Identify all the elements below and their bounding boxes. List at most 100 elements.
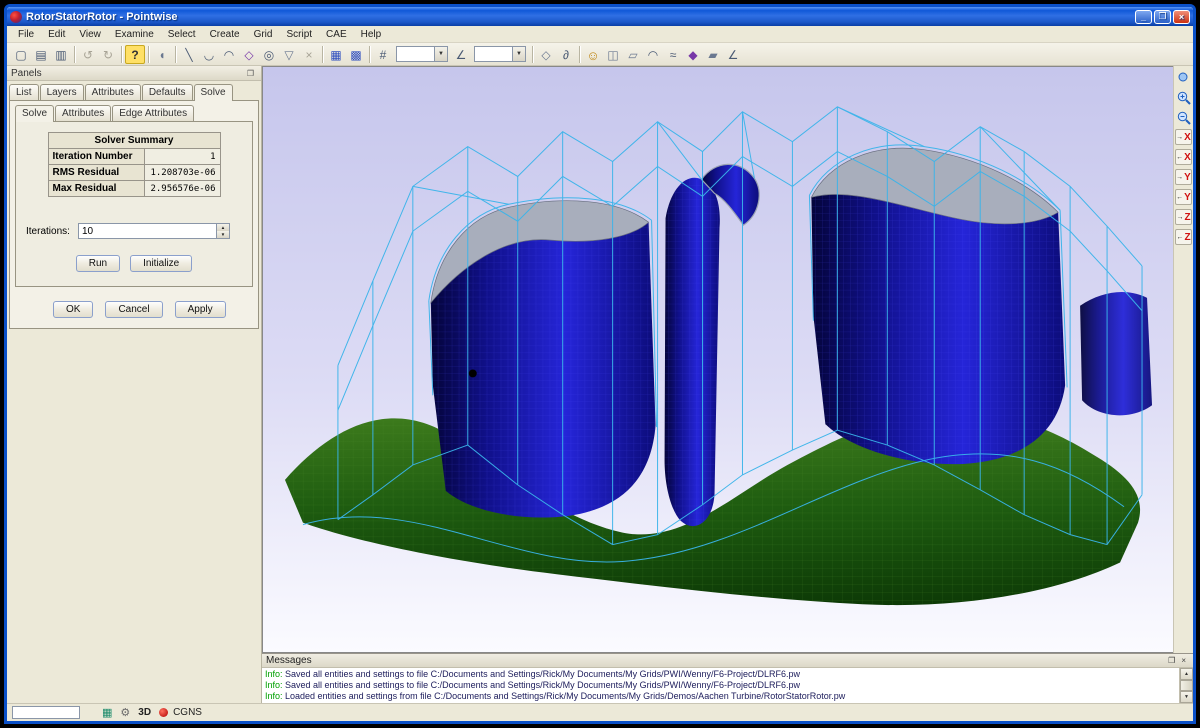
- max-residual-value: 2.956576e-06: [144, 181, 220, 197]
- domain-tool-icon[interactable]: ◆: [683, 45, 703, 64]
- undo-icon[interactable]: ↺: [78, 45, 98, 64]
- panels-titlebar[interactable]: Panels ❐: [7, 66, 261, 81]
- view-minus-x-button[interactable]: ←X: [1175, 149, 1192, 165]
- zoom-out-icon[interactable]: [1175, 109, 1192, 126]
- messages-float-icon[interactable]: ❐: [1165, 656, 1178, 665]
- tab-layers[interactable]: Layers: [40, 84, 84, 100]
- dimension-icon[interactable]: #: [373, 45, 393, 64]
- scrollbar-thumb[interactable]: [1180, 680, 1193, 691]
- ok-button[interactable]: OK: [53, 301, 93, 318]
- selected-point-graphic[interactable]: [469, 369, 477, 377]
- tab-attributes[interactable]: Attributes: [85, 84, 141, 100]
- menu-file[interactable]: File: [11, 27, 41, 42]
- angle-combo[interactable]: ▼: [474, 46, 526, 62]
- save-file-icon[interactable]: ▤: [31, 45, 51, 64]
- circle-tool-icon[interactable]: ◎: [259, 45, 279, 64]
- measure-tool-icon[interactable]: ∠: [723, 45, 743, 64]
- table-row: RMS Residual 1.208703e-06: [48, 165, 220, 181]
- messages-scrollbar[interactable]: ▲ ▼: [1179, 668, 1193, 703]
- diamond-flat-icon[interactable]: ◇: [536, 45, 556, 64]
- diamond-tool-icon[interactable]: ◇: [239, 45, 259, 64]
- solver-summary-table: Solver Summary Iteration Number 1 RMS Re…: [48, 132, 221, 197]
- cancel-button[interactable]: Cancel: [105, 301, 162, 318]
- spin-up-icon[interactable]: ▲: [217, 224, 229, 231]
- box-tool-icon[interactable]: ◫: [603, 45, 623, 64]
- log-prefix: Info:: [265, 680, 283, 690]
- panel-float-icon[interactable]: ❐: [244, 68, 257, 79]
- menu-grid[interactable]: Grid: [247, 27, 280, 42]
- menu-select[interactable]: Select: [161, 27, 203, 42]
- log-prefix: Info:: [265, 669, 283, 679]
- messages-close-icon[interactable]: ×: [1178, 656, 1189, 665]
- menu-help[interactable]: Help: [354, 27, 389, 42]
- mask-icon[interactable]: ◖: [152, 45, 172, 64]
- close-button[interactable]: ×: [1173, 10, 1190, 24]
- apply-button[interactable]: Apply: [175, 301, 226, 318]
- panels-title: Panels: [11, 68, 244, 79]
- menu-script[interactable]: Script: [279, 27, 319, 42]
- line-tool-icon[interactable]: ╲: [179, 45, 199, 64]
- tab-solve[interactable]: Solve: [194, 84, 233, 101]
- surface-tool-icon[interactable]: ▱: [623, 45, 643, 64]
- examine-face-icon[interactable]: ☺: [583, 45, 603, 64]
- tab-list[interactable]: List: [9, 84, 39, 100]
- structured-grid-icon[interactable]: ▦: [326, 45, 346, 64]
- scroll-up-icon[interactable]: ▲: [1180, 668, 1193, 680]
- view-plus-z-button[interactable]: →Z: [1175, 209, 1192, 225]
- curve-tool-icon[interactable]: ◡: [199, 45, 219, 64]
- menu-edit[interactable]: Edit: [41, 27, 72, 42]
- status-command-input[interactable]: [12, 706, 80, 719]
- arc-tool-icon[interactable]: ◠: [219, 45, 239, 64]
- zoom-in-icon[interactable]: [1175, 89, 1192, 106]
- partial-derivative-icon[interactable]: ∂: [556, 45, 576, 64]
- new-file-icon[interactable]: ▢: [11, 45, 31, 64]
- run-button[interactable]: Run: [76, 255, 120, 272]
- iterations-input[interactable]: [79, 224, 216, 238]
- cone-tool-icon[interactable]: ▽: [279, 45, 299, 64]
- dropdown-arrow-icon[interactable]: ▼: [434, 47, 447, 61]
- dimension-combo[interactable]: ▼: [396, 46, 448, 62]
- title-bar[interactable]: RotorStatorRotor - Pointwise _ ❐ ×: [7, 7, 1193, 26]
- menu-examine[interactable]: Examine: [108, 27, 161, 42]
- hybrid-grid-icon[interactable]: ▩: [346, 45, 366, 64]
- menu-cae[interactable]: CAE: [319, 27, 354, 42]
- probe-icon[interactable]: [1175, 69, 1192, 86]
- tab-defaults[interactable]: Defaults: [142, 84, 193, 100]
- menu-create[interactable]: Create: [203, 27, 247, 42]
- tab-edge-attributes[interactable]: Edge Attributes: [112, 105, 194, 121]
- restore-button[interactable]: ❐: [1154, 10, 1171, 24]
- toolbar-separator: [369, 46, 370, 63]
- initialize-button[interactable]: Initialize: [130, 255, 192, 272]
- dropdown-arrow-icon[interactable]: ▼: [512, 47, 525, 61]
- help-icon[interactable]: ?: [125, 45, 145, 64]
- angle-icon[interactable]: ∠: [451, 45, 471, 64]
- redo-icon[interactable]: ↻: [98, 45, 118, 64]
- view-minus-z-button[interactable]: ←Z: [1175, 229, 1192, 245]
- iterations-row: Iterations: ▲ ▼: [26, 223, 246, 239]
- minimize-button[interactable]: _: [1135, 10, 1152, 24]
- toolbar-separator: [74, 46, 75, 63]
- menu-view[interactable]: View: [72, 27, 108, 42]
- iteration-number-label: Iteration Number: [48, 149, 144, 165]
- delete-tool-icon[interactable]: ×: [299, 45, 319, 64]
- block-tool-icon[interactable]: ▰: [703, 45, 723, 64]
- view-toolbar: →X ←X →Y ←Y →Z ←Z: [1173, 66, 1193, 653]
- messages-header[interactable]: Messages ❐ ×: [262, 654, 1193, 668]
- grid-status-icon[interactable]: ▦: [102, 706, 112, 719]
- connector-tool-icon[interactable]: ◠: [643, 45, 663, 64]
- solve-sub-tabs: Solve Attributes Edge Attributes: [13, 105, 255, 121]
- view-plus-y-button[interactable]: →Y: [1175, 169, 1192, 185]
- spin-down-icon[interactable]: ▼: [217, 231, 229, 238]
- view-plus-x-button[interactable]: →X: [1175, 129, 1192, 145]
- spline-tool-icon[interactable]: ≈: [663, 45, 683, 64]
- viewport-3d[interactable]: [262, 66, 1173, 653]
- print-icon[interactable]: ▥: [51, 45, 71, 64]
- scroll-down-icon[interactable]: ▼: [1180, 691, 1193, 703]
- view-minus-y-button[interactable]: ←Y: [1175, 189, 1192, 205]
- tab-solve-attributes[interactable]: Attributes: [55, 105, 111, 121]
- messages-log[interactable]: Info: Saved all entities and settings to…: [262, 668, 1193, 703]
- spin-arrows[interactable]: ▲ ▼: [216, 224, 229, 238]
- tab-solve-inner[interactable]: Solve: [15, 105, 54, 122]
- iterations-stepper[interactable]: ▲ ▼: [78, 223, 230, 239]
- tools-status-icon[interactable]: ⚙: [120, 706, 130, 719]
